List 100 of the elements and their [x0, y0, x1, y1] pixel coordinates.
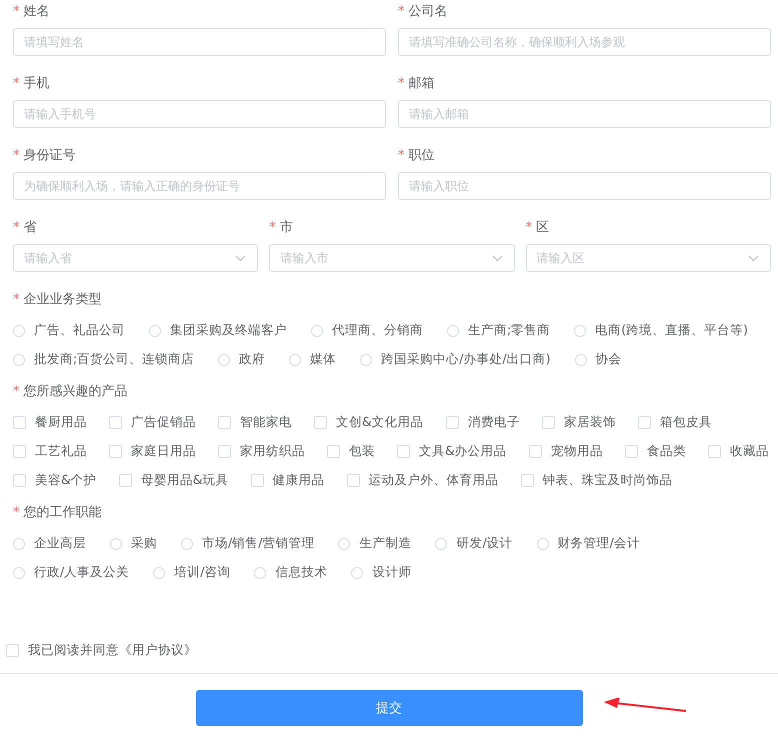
checkbox[interactable]: [218, 445, 231, 458]
checkbox-option[interactable]: 美容&个护: [13, 466, 97, 495]
checkbox[interactable]: [6, 644, 19, 656]
required-asterisk: *: [526, 220, 532, 234]
checkbox[interactable]: [708, 445, 721, 458]
checkbox[interactable]: [13, 416, 26, 429]
checkbox[interactable]: [218, 416, 231, 429]
required-asterisk: *: [13, 384, 20, 398]
checkbox[interactable]: [638, 416, 651, 429]
radio-button[interactable]: [13, 354, 25, 366]
checkbox-option[interactable]: 文具&办公用品: [397, 437, 507, 466]
required-asterisk: *: [13, 148, 20, 162]
select-field[interactable]: 请输入区: [526, 244, 771, 272]
chevron-down-icon: [492, 255, 503, 262]
radio-option[interactable]: 生产制造: [338, 529, 412, 558]
radio-button[interactable]: [447, 324, 459, 336]
required-asterisk: *: [398, 76, 404, 90]
radio-button[interactable]: [338, 538, 350, 550]
agreement-checkbox-option[interactable]: 我已阅读并同意《用户协议》: [6, 636, 197, 664]
checkbox[interactable]: [13, 445, 26, 458]
radio-button[interactable]: [13, 324, 25, 336]
checkbox-option[interactable]: 家庭日用品: [109, 437, 196, 466]
checkbox-option[interactable]: 母婴用品&玩具: [118, 466, 228, 495]
radio-button[interactable]: [289, 354, 302, 366]
radio-button[interactable]: [574, 324, 586, 336]
checkbox-option[interactable]: 广告促销品: [109, 408, 196, 437]
checkbox-option[interactable]: 家用纺织品: [218, 437, 305, 466]
checkbox-option[interactable]: 健康用品: [250, 466, 324, 495]
radio-option[interactable]: 财务管理/会计: [536, 529, 640, 558]
input-field[interactable]: 请填写姓名: [13, 28, 386, 56]
input-field[interactable]: 请输入手机号: [13, 100, 386, 128]
radio-option[interactable]: 代理商、分销商: [311, 316, 423, 345]
radio-option[interactable]: 协会: [574, 345, 622, 374]
checkbox[interactable]: [314, 416, 327, 429]
input-field[interactable]: 请输入职位: [398, 172, 771, 200]
select-field[interactable]: 请输入市: [269, 244, 515, 272]
radio-button[interactable]: [181, 538, 193, 550]
radio-button[interactable]: [311, 324, 323, 336]
checkbox-option[interactable]: 钟表、珠宝及时尚饰品: [520, 466, 672, 495]
radio-option[interactable]: 生产商;零售商: [447, 316, 550, 345]
checkbox-option[interactable]: 工艺礼品: [13, 437, 87, 466]
checkbox-option[interactable]: 运动及户外、体育用品: [346, 466, 498, 495]
checkbox[interactable]: [327, 445, 340, 458]
radio-button[interactable]: [13, 538, 25, 550]
checkbox[interactable]: [118, 474, 132, 487]
checkbox-option[interactable]: 文创&文化用品: [314, 408, 424, 437]
radio-option[interactable]: 培训/咨询: [153, 558, 230, 587]
checkbox[interactable]: [542, 416, 555, 429]
radio-option[interactable]: 批发商;百货公司、连锁商店: [13, 345, 194, 374]
checkbox-option[interactable]: 收藏品: [708, 437, 769, 466]
checkbox-option[interactable]: 食品类: [624, 437, 686, 466]
checkbox-option[interactable]: 餐厨用品: [13, 408, 87, 437]
radio-option[interactable]: 电商(跨境、直播、平台等): [574, 316, 748, 345]
radio-option[interactable]: 行政/人事及公关: [13, 558, 130, 587]
checkbox-option[interactable]: 家居装饰: [542, 408, 616, 437]
checkbox[interactable]: [624, 445, 638, 458]
radio-option[interactable]: 媒体: [289, 345, 336, 374]
field-label: 身份证号: [24, 147, 76, 164]
radio-button[interactable]: [435, 538, 448, 550]
input-field[interactable]: 请输入邮箱: [398, 100, 771, 128]
checkbox-option[interactable]: 包装: [327, 437, 375, 466]
radio-button[interactable]: [574, 354, 587, 366]
submit-button[interactable]: 提交: [196, 690, 582, 726]
radio-option[interactable]: 跨国采购中心/办事处/出口商): [360, 345, 551, 374]
radio-button[interactable]: [351, 566, 364, 578]
input-field[interactable]: 请填写准确公司名称，确保顺利入场参观: [398, 28, 771, 56]
checkbox-option[interactable]: 消费电子: [446, 408, 520, 437]
input-field[interactable]: 为确保顺利入场，请输入正确的身份证号: [13, 172, 386, 200]
checkbox[interactable]: [520, 474, 534, 487]
radio-button[interactable]: [536, 538, 549, 550]
checkbox-option[interactable]: 箱包皮具: [638, 408, 712, 437]
radio-button[interactable]: [254, 566, 266, 578]
checkbox[interactable]: [13, 474, 26, 487]
radio-option[interactable]: 采购: [110, 529, 157, 558]
checkbox-option[interactable]: 宠物用品: [528, 437, 603, 466]
checkbox-option[interactable]: 智能家电: [218, 408, 292, 437]
required-asterisk: *: [398, 4, 404, 18]
radio-option[interactable]: 设计师: [351, 558, 412, 587]
checkbox[interactable]: [397, 445, 410, 458]
radio-option[interactable]: 集团采购及终端客户: [149, 316, 287, 345]
select-field[interactable]: 请输入省: [13, 244, 258, 272]
radio-option[interactable]: 政府: [218, 345, 266, 374]
checkbox[interactable]: [446, 416, 459, 429]
radio-button[interactable]: [153, 566, 166, 578]
checkbox[interactable]: [109, 416, 122, 429]
checkbox[interactable]: [109, 445, 122, 458]
radio-option[interactable]: 研发/设计: [435, 529, 513, 558]
radio-option[interactable]: 信息技术: [254, 558, 328, 587]
radio-button[interactable]: [360, 354, 372, 366]
radio-button[interactable]: [13, 566, 25, 578]
checkbox[interactable]: [528, 445, 542, 458]
radio-option[interactable]: 广告、礼品公司: [13, 316, 125, 345]
radio-option[interactable]: 市场/销售/营销管理: [181, 529, 314, 558]
radio-button[interactable]: [218, 354, 230, 366]
field-label: 区: [536, 219, 550, 236]
checkbox[interactable]: [346, 474, 360, 487]
radio-button[interactable]: [110, 538, 122, 550]
checkbox[interactable]: [250, 474, 264, 487]
radio-button[interactable]: [149, 324, 161, 336]
radio-option[interactable]: 企业高层: [13, 529, 86, 558]
